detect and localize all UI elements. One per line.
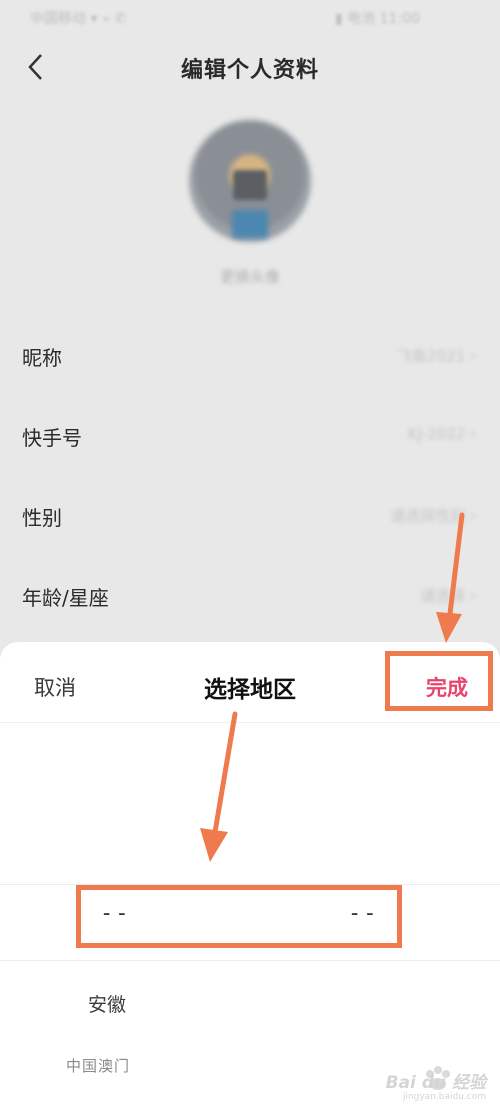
nickname-value[interactable]: 飞鱼2021 ›	[397, 345, 476, 366]
kuaishou-id-label: 快手号	[22, 426, 82, 450]
age-zodiac-value[interactable]: 请选择 ›	[420, 585, 476, 606]
header-divider	[0, 722, 500, 723]
status-bar: 中国移动 ▾ ⌁ ✆ ▮ 电池 11:00	[0, 0, 500, 36]
picker-selection-highlight	[76, 885, 402, 948]
done-button-highlight	[385, 651, 493, 711]
nickname-label: 昵称	[22, 346, 62, 370]
gender-value[interactable]: 请选择性别 ›	[390, 505, 476, 526]
battery-clock: ▮ 电池 11:00	[335, 11, 420, 27]
region-picker-sheet: 取消 选择地区 完成	[0, 642, 500, 1111]
watermark-url: jingyan.baidu.com	[402, 1092, 486, 1102]
watermark-text: Bai du 经验	[385, 1073, 486, 1093]
page-title: 编辑个人资料	[180, 58, 319, 83]
avatar-figure-icon	[232, 210, 268, 238]
avatar-camera-icon	[233, 170, 267, 200]
picker-option[interactable]: 中国澳门	[66, 1055, 130, 1076]
change-avatar-label[interactable]: 更换头像	[0, 266, 500, 287]
kuaishou-id-value[interactable]: KJ-2022 ›	[408, 425, 476, 443]
age-zodiac-label: 年龄/星座	[22, 586, 109, 610]
carrier-info: 中国移动 ▾ ⌁ ✆	[30, 11, 127, 27]
picker-bottom-line	[0, 960, 500, 961]
gender-label: 性别	[22, 506, 62, 530]
picker-option[interactable]: 安徽	[88, 990, 126, 1017]
